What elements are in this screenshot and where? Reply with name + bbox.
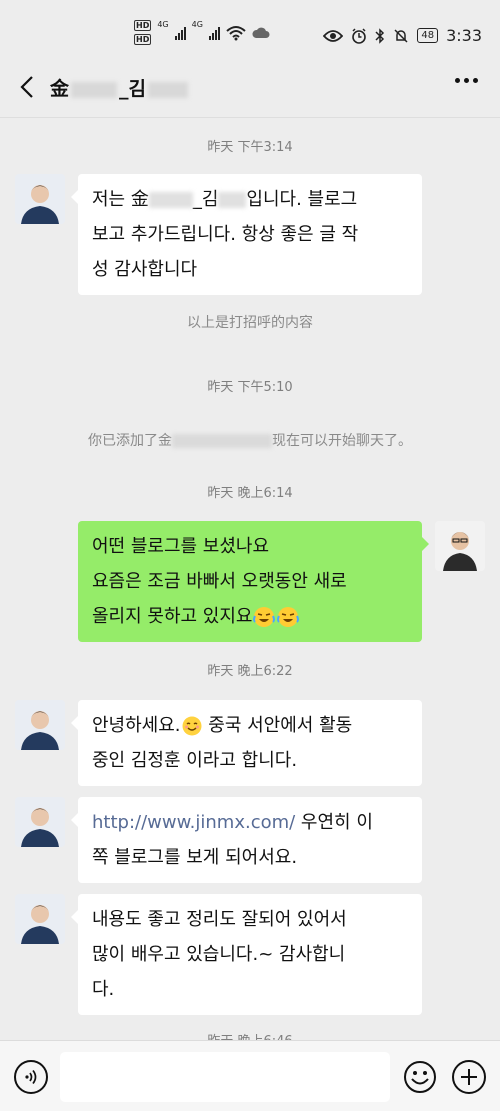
avatar[interactable]	[15, 894, 65, 944]
message-line: 성 감사합니다	[92, 259, 198, 280]
timestamp: 昨天 晚上6:46	[0, 1030, 500, 1040]
input-bar	[0, 1040, 500, 1111]
message-line: 많이 배우고 있습니다.~ 감사합니	[92, 944, 346, 965]
signal-icon	[174, 26, 186, 40]
timestamp: 昨天 下午3:14	[207, 140, 293, 155]
message-text: 입니다. 블로그	[246, 189, 358, 210]
hd-badges: HD HD	[134, 20, 152, 45]
message-line: 안녕하세요. 중국 서안에서 활동	[92, 708, 408, 743]
title-prefix: 金	[50, 78, 70, 100]
message-line: 다.	[92, 979, 115, 1000]
message-text: 중국 서안에서 활동	[208, 715, 353, 736]
avatar[interactable]	[15, 174, 65, 224]
mute-icon	[394, 28, 408, 43]
clock: 3:33	[446, 26, 482, 45]
message-line: 쪽 블로그를 보게 되어서요.	[92, 847, 298, 868]
message-bubble[interactable]: 내용도 좋고 정리도 잘되어 있어서 많이 배우고 있습니다.~ 감사합니 다.	[71, 894, 422, 1015]
redacted-block	[71, 81, 118, 98]
message-line: http://www.jinmx.com/ 우연히 이	[92, 805, 408, 840]
network-label: 4G	[157, 20, 169, 29]
chat-header: 金 _김	[0, 56, 500, 118]
message-text: 우연히 이	[295, 812, 373, 833]
alarm-icon	[352, 27, 367, 44]
message-bubble[interactable]: http://www.jinmx.com/ 우연히 이 쪽 블로그를 보게 되어…	[71, 797, 422, 883]
more-icon[interactable]	[455, 78, 478, 83]
network-label: 4G	[191, 20, 203, 29]
voice-icon[interactable]	[14, 1060, 48, 1094]
my-avatar[interactable]	[435, 521, 485, 571]
message-text: 저는 金	[92, 189, 149, 210]
emoji-icon[interactable]	[403, 1060, 437, 1094]
message-line: 어떤 블로그를 보셨나요	[92, 536, 270, 557]
hd-badge: HD	[134, 20, 152, 31]
timestamp: 昨天 下午5:10	[207, 380, 293, 395]
system-text: 现在可以开始聊天了。	[272, 433, 412, 449]
message-text: 안녕하세요.	[92, 715, 181, 736]
message-line: 보고 추가드립니다. 항상 좋은 글 작	[92, 224, 359, 245]
message-line: 요즘은 조금 바빠서 오랫동안 새로	[92, 571, 347, 592]
title-mid: _김	[119, 78, 146, 100]
message-list[interactable]: 昨天 下午3:14 저는 金 _김 입니다. 블로그 보고 추가드립니다. 항상 좋…	[0, 118, 500, 1040]
timestamp: 昨天 晚上6:14	[207, 486, 293, 501]
bluetooth-icon	[375, 27, 385, 44]
message-line: 저는 金 _김 입니다. 블로그	[92, 182, 408, 217]
message-line: 올리지 못하고 있지요	[92, 599, 408, 634]
message-text: 올리지 못하고 있지요	[92, 606, 253, 627]
message-text: _김	[192, 189, 219, 210]
signal-icon	[208, 26, 220, 40]
message-bubble[interactable]: 안녕하세요. 중국 서안에서 활동 중인 김정훈 이라고 합니다.	[71, 700, 422, 786]
avatar[interactable]	[15, 700, 65, 750]
cloud-icon	[252, 27, 270, 38]
chat-title: 金 _김	[50, 74, 190, 101]
avatar[interactable]	[15, 797, 65, 847]
hd-badge: HD	[134, 34, 152, 45]
wifi-icon	[226, 25, 246, 40]
message-input[interactable]	[60, 1052, 390, 1102]
status-bar: HD HD 4G 4G 48 3:33	[0, 0, 500, 56]
redacted-block	[148, 192, 193, 208]
message-bubble-sent[interactable]: 어떤 블로그를 보셨나요 요즘은 조금 바빠서 오랫동안 새로 올리지 못하고 …	[78, 521, 429, 642]
network-indicators: HD HD 4G 4G	[134, 20, 270, 45]
redacted-block	[148, 81, 188, 98]
timestamp: 昨天 晚上6:22	[207, 664, 293, 679]
message-bubble[interactable]: 저는 金 _김 입니다. 블로그 보고 추가드립니다. 항상 좋은 글 작 성 감사…	[71, 174, 422, 295]
status-right: 48 3:33	[323, 26, 482, 45]
eye-icon	[323, 29, 344, 42]
system-message: 你已添加了金 现在可以开始聊天了。	[0, 430, 500, 450]
message-line: 내용도 좋고 정리도 잘되어 있어서	[92, 909, 347, 930]
plus-icon[interactable]	[452, 1060, 486, 1094]
message-link[interactable]: http://www.jinmx.com/	[92, 812, 295, 833]
redacted-block	[218, 192, 247, 208]
back-icon[interactable]	[14, 72, 40, 102]
battery-indicator: 48	[417, 28, 439, 43]
blush-emoji-icon	[182, 716, 202, 736]
system-text: 你已添加了金	[88, 433, 172, 449]
message-line: 중인 김정훈 이라고 합니다.	[92, 750, 298, 771]
laughing-tears-emoji-icon	[253, 607, 276, 627]
system-message: 以上是打招呼的内容	[187, 315, 313, 331]
laughing-tears-emoji-icon	[277, 607, 300, 627]
redacted-block	[172, 434, 272, 448]
